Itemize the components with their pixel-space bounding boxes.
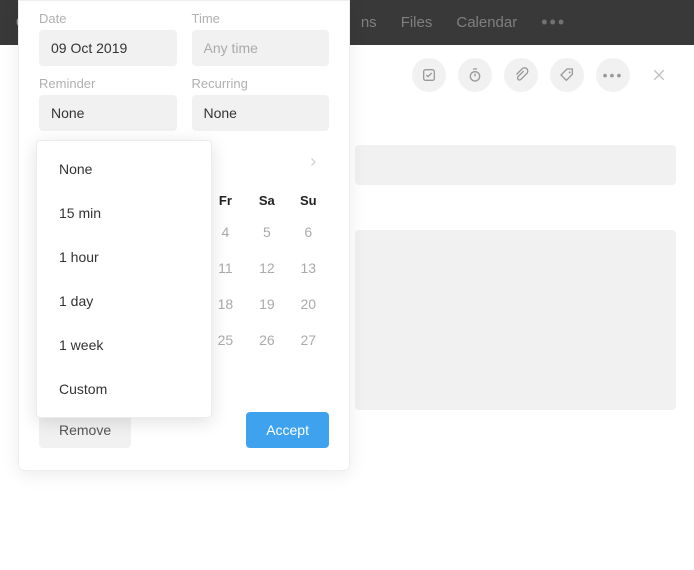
attachment-icon[interactable]	[504, 58, 538, 92]
calendar-day[interactable]: 6	[288, 214, 329, 250]
tag-icon[interactable]	[550, 58, 584, 92]
background-placeholder	[355, 230, 676, 410]
reminder-input[interactable]: None	[39, 95, 177, 131]
calendar-day	[246, 358, 287, 394]
calendar-dow: Su	[288, 187, 329, 214]
reminder-dropdown: None15 min1 hour1 day1 weekCustom	[36, 140, 212, 418]
calendar-day[interactable]: 5	[246, 214, 287, 250]
action-row: •••	[412, 58, 676, 92]
calendar-day[interactable]: 12	[246, 250, 287, 286]
reminder-option[interactable]: 15 min	[37, 191, 211, 235]
background-placeholder	[355, 145, 676, 185]
reminder-option[interactable]: 1 hour	[37, 235, 211, 279]
reminder-option[interactable]: None	[37, 147, 211, 191]
reminder-option[interactable]: 1 week	[37, 323, 211, 367]
reminder-label: Reminder	[39, 76, 177, 91]
reminder-option[interactable]: 1 day	[37, 279, 211, 323]
recurring-input[interactable]: None	[192, 95, 330, 131]
check-icon[interactable]	[412, 58, 446, 92]
accept-button[interactable]: Accept	[246, 412, 329, 448]
date-input[interactable]: 09 Oct 2019	[39, 30, 177, 66]
calendar-day[interactable]: 27	[288, 322, 329, 358]
calendar-day[interactable]: 26	[246, 322, 287, 358]
calendar-day[interactable]: 20	[288, 286, 329, 322]
reminder-option[interactable]: Custom	[37, 367, 211, 411]
time-label: Time	[192, 11, 330, 26]
calendar-day[interactable]: 19	[246, 286, 287, 322]
close-icon[interactable]	[642, 58, 676, 92]
calendar-dow: Sa	[246, 187, 287, 214]
calendar-day[interactable]: 13	[288, 250, 329, 286]
stopwatch-icon[interactable]	[458, 58, 492, 92]
time-input[interactable]: Any time	[192, 30, 330, 66]
more-icon[interactable]: •••	[596, 58, 630, 92]
calendar-next[interactable]	[303, 152, 323, 172]
date-label: Date	[39, 11, 177, 26]
recurring-label: Recurring	[192, 76, 330, 91]
calendar-day	[288, 358, 329, 394]
